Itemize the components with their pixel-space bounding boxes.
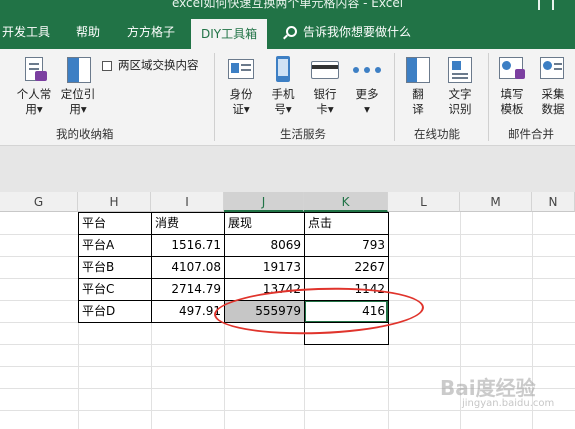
table-cell[interactable]: 平台A <box>79 234 151 257</box>
table-border <box>78 212 79 323</box>
column-header-m[interactable]: M <box>460 192 532 212</box>
grid-line <box>0 410 575 411</box>
mobile-phone-icon <box>268 55 298 83</box>
column-header-g[interactable]: G <box>0 192 78 212</box>
table-border <box>78 256 389 257</box>
table-border <box>304 344 389 345</box>
table-cell[interactable]: 平台D <box>79 300 151 323</box>
tell-me-label: 告诉我你想要做什么 <box>303 25 412 39</box>
group-label-online-features: 在线功能 <box>414 127 460 141</box>
table-header-cell[interactable]: 平台 <box>79 212 151 235</box>
collect-data-button[interactable]: 采集 数据 <box>534 55 572 117</box>
column-header-k[interactable]: K <box>304 192 388 212</box>
swap-ranges-label: 两区域交换内容 <box>118 58 199 72</box>
group-label-mail-merge: 邮件合并 <box>508 127 554 141</box>
table-cell[interactable]: 平台C <box>79 278 151 301</box>
watermark-url: jingyan.baidu.com <box>462 398 555 409</box>
ribbon: 个人常 用▾ 定位引 用▾ 两区域交换内容 我的收纳箱 身份 证▾ 手机 号▾ <box>0 49 575 146</box>
table-cell[interactable]: 1516.71 <box>152 234 224 257</box>
ribbon-tab-row: 开发工具 帮助 方方格子 DIY工具箱 告诉我你想要做什么 <box>0 16 575 49</box>
locate-reference-icon <box>63 55 93 83</box>
tab-diy-toolbox[interactable]: DIY工具箱 <box>191 19 268 49</box>
translate-icon <box>403 55 433 83</box>
text-recognition-icon <box>445 55 475 83</box>
tab-help[interactable]: 帮助 <box>76 16 100 49</box>
window-title: excel如何快速互换两个单元格内容 - Excel <box>171 0 404 10</box>
dropdown-arrow-icon: ▾ <box>243 102 250 116</box>
title-bar: excel如何快速互换两个单元格内容 - Excel <box>0 0 575 16</box>
group-separator <box>488 53 489 141</box>
bank-card-button[interactable]: 银行 卡▾ <box>306 55 344 117</box>
table-cell[interactable]: 8069 <box>225 234 304 257</box>
table-header-cell[interactable]: 点击 <box>305 212 388 235</box>
table-cell[interactable]: 4107.08 <box>152 256 224 279</box>
table-cell[interactable]: 2267 <box>305 256 388 279</box>
table-header-cell[interactable]: 展现 <box>225 212 304 235</box>
dropdown-arrow-icon: ▾ <box>364 102 370 116</box>
watermark-logo: Bai度经验 <box>440 376 536 400</box>
bank-card-icon <box>310 55 340 83</box>
fill-template-icon <box>497 55 527 83</box>
search-icon <box>286 26 297 37</box>
tell-me-search[interactable]: 告诉我你想要做什么 <box>286 16 411 49</box>
table-cell[interactable]: 497.91 <box>152 300 224 323</box>
column-header-i[interactable]: I <box>151 192 224 212</box>
grid-line <box>0 366 575 367</box>
group-separator <box>214 53 215 141</box>
id-card-icon <box>226 55 256 83</box>
table-border <box>78 278 389 279</box>
title-bar-mark <box>538 0 540 10</box>
tab-fangfang-gezi[interactable]: 方方格子 <box>127 16 175 49</box>
table-border <box>78 234 389 235</box>
text-recognition-button[interactable]: 文字 识别 <box>440 55 480 117</box>
fill-template-button[interactable]: 填写 模板 <box>494 55 530 117</box>
table-cell[interactable]: 19173 <box>225 256 304 279</box>
group-label-my-storage: 我的收纳箱 <box>56 127 114 141</box>
table-cell[interactable]: 793 <box>305 234 388 257</box>
id-card-button[interactable]: 身份 证▾ <box>222 55 260 117</box>
tab-developer[interactable]: 开发工具 <box>2 16 50 49</box>
more-button[interactable]: 更多 ▾ <box>348 55 386 117</box>
personal-common-icon <box>19 55 49 83</box>
table-header-cell[interactable]: 消费 <box>152 212 224 235</box>
dropdown-arrow-icon: ▾ <box>80 102 87 116</box>
table-border <box>78 212 389 213</box>
table-border <box>151 212 152 323</box>
swap-ranges-checkbox[interactable] <box>102 61 112 71</box>
column-header-n[interactable]: N <box>532 192 575 212</box>
column-header-j[interactable]: J <box>224 192 304 212</box>
more-dots-icon <box>352 55 382 83</box>
phone-number-button[interactable]: 手机 号▾ <box>264 55 302 117</box>
collect-data-icon <box>538 55 568 83</box>
group-separator <box>394 53 395 141</box>
personal-common-button[interactable]: 个人常 用▾ <box>12 55 56 117</box>
formula-bar-area <box>0 146 575 192</box>
translate-button[interactable]: 翻 译 <box>400 55 436 117</box>
column-header-l[interactable]: L <box>388 192 460 212</box>
dropdown-arrow-icon: ▾ <box>327 102 334 116</box>
group-label-life-services: 生活服务 <box>280 127 326 141</box>
grid-line <box>0 344 575 345</box>
dropdown-arrow-icon: ▾ <box>36 102 43 116</box>
table-cell[interactable]: 2714.79 <box>152 278 224 301</box>
table-cell[interactable]: 平台B <box>79 256 151 279</box>
column-header-h[interactable]: H <box>78 192 151 212</box>
locate-reference-button[interactable]: 定位引 用▾ <box>56 55 100 117</box>
title-bar-mark <box>552 0 554 10</box>
dropdown-arrow-icon: ▾ <box>285 102 292 116</box>
